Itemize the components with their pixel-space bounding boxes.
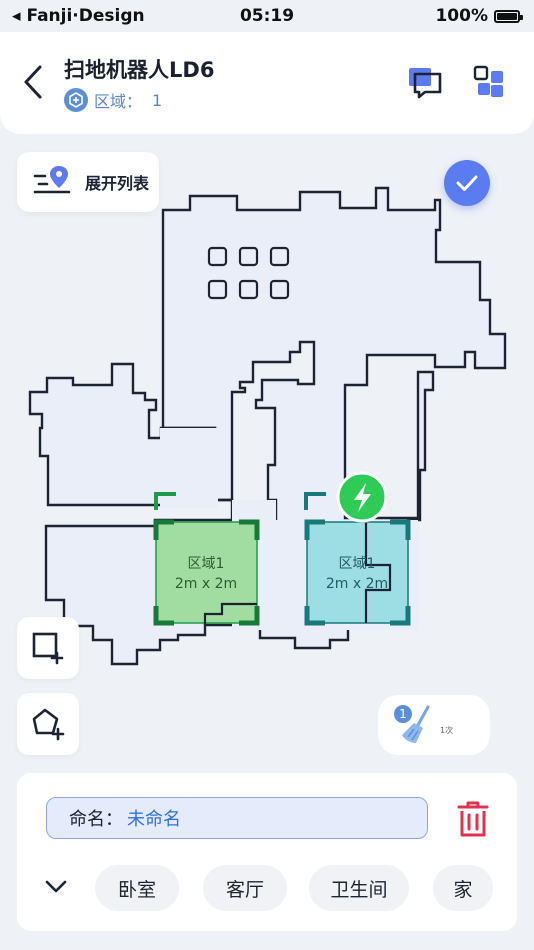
page-title: 扫地机器人LD6 (64, 58, 215, 82)
layout-button[interactable] (470, 62, 510, 102)
add-polygon-icon (32, 708, 65, 741)
zone-2-name: 区域1 (339, 556, 376, 572)
room-chip-bedroom[interactable]: 卧室 (95, 865, 179, 911)
clean-times-button[interactable]: 1 1次 (378, 695, 490, 755)
zone-2-size: 2m x 2m (326, 576, 388, 592)
expand-list-label: 展开列表 (85, 174, 150, 193)
confirm-button[interactable] (444, 160, 490, 206)
zone-edit-panel: 命名： 未命名 卧室 客厅 卫生间 家 (17, 773, 517, 931)
room-chip-living-room[interactable]: 客厅 (203, 865, 287, 911)
clean-times-label: 1次 (440, 725, 454, 735)
add-rect-zone-button[interactable] (17, 617, 79, 679)
add-square-icon (32, 632, 64, 665)
zone-1-size: 2m x 2m (175, 576, 237, 592)
name-label: 命名： (69, 809, 123, 830)
zone-icon (64, 88, 88, 112)
chat-icon (409, 68, 442, 99)
status-bar: ◂ Fanji·Design 05:19 100% (0, 0, 534, 32)
delete-zone-button[interactable] (453, 797, 493, 841)
back-button[interactable] (18, 62, 52, 102)
battery-status: 100% (435, 6, 523, 26)
zone-info: 区域： 1 (64, 88, 162, 112)
collapse-button[interactable] (43, 873, 69, 899)
check-icon (456, 175, 478, 191)
broom-icon: 1 (394, 705, 430, 743)
zone-1-name: 区域1 (188, 556, 225, 572)
add-polygon-zone-button[interactable] (17, 693, 79, 755)
room-chip-home[interactable]: 家 (433, 865, 493, 911)
zone-count: 1 (152, 90, 163, 110)
battery-icon (494, 9, 523, 23)
zone-name-field[interactable]: 命名： 未命名 (46, 797, 428, 839)
list-location-icon (33, 166, 71, 194)
name-value: 未命名 (127, 809, 181, 830)
chevron-left-icon (24, 65, 42, 99)
header: 扫地机器人LD6 区域： 1 (0, 32, 534, 134)
grid-icon (473, 65, 503, 97)
battery-percent: 100% (435, 6, 488, 26)
expand-list-button[interactable]: 展开列表 (17, 152, 159, 212)
zone-label: 区域： (94, 92, 143, 111)
message-button[interactable] (405, 62, 445, 102)
clean-badge-text: 1 (399, 707, 407, 721)
floor-map[interactable]: 区域1 2m x 2m 区域1 2m x 2m (0, 134, 534, 774)
chevron-down-icon (45, 880, 67, 893)
room-chip-bathroom[interactable]: 卫生间 (309, 865, 409, 911)
trash-icon (457, 801, 489, 837)
charging-dock-icon (336, 471, 388, 523)
